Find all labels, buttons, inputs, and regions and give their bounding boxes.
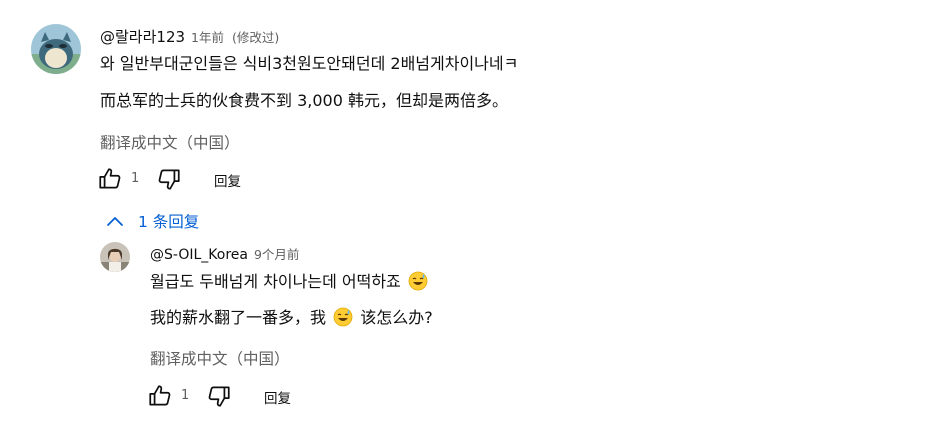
comment-edited-label: (修改过)	[231, 30, 280, 45]
reply-text-line-1: 월급도 두배넘게 차이나는데 어떡하죠	[150, 271, 430, 297]
comment-author[interactable]: @랄라라123	[100, 26, 185, 47]
reply-like-count: 1	[181, 388, 190, 403]
thumb-down-icon	[208, 386, 230, 407]
reply-button[interactable]: 回复	[214, 170, 241, 190]
like-count: 1	[131, 171, 140, 186]
reply-reply-button[interactable]: 回复	[264, 387, 291, 407]
reply-like-button[interactable]	[147, 383, 173, 409]
comment-text-line-1: 와 일반부대군인들은 식비3천원도안돼던데 2배넘게차이나네ㅋ	[100, 54, 519, 73]
reply-text-line-1-text: 월급도 두배넘게 차이나는데 어떡하죠	[150, 272, 401, 291]
translate-link[interactable]: 翻译成中文（中国）	[100, 131, 240, 153]
comment-text-line-2: 而总军的士兵的伙食费不到 3,000 韩元，但却是两倍多。	[100, 91, 508, 110]
thumb-up-icon	[99, 168, 121, 189]
replies-toggle[interactable]: 1 条回复	[106, 210, 199, 232]
thumb-up-icon	[149, 385, 171, 406]
reply-text-line-2-before: 我的薪水翻了一番多，我	[150, 308, 327, 327]
reply-avatar[interactable]	[100, 242, 130, 272]
replies-count-label: 1 条回复	[138, 213, 200, 231]
reply-header: @S-OIL_Korea 9个月前	[150, 244, 299, 263]
sweat-smile-emoji-icon	[408, 271, 428, 297]
reply-timestamp[interactable]: 9个月前	[254, 244, 299, 263]
reply-dislike-button[interactable]	[206, 383, 232, 409]
comment-timestamp[interactable]: 1年前	[191, 27, 224, 46]
reply-text-line-2-after: 该怎么办?	[360, 308, 433, 327]
comment-header: @랄라라123 1年前 (修改过)	[100, 26, 279, 47]
reply-translate-link[interactable]: 翻译成中文（中国）	[150, 347, 290, 369]
chevron-up-icon	[107, 217, 123, 226]
thumb-down-icon	[158, 169, 180, 190]
like-button[interactable]	[97, 166, 123, 192]
dislike-button[interactable]	[156, 166, 182, 192]
sweat-smile-emoji-icon	[333, 307, 353, 333]
reply-text-line-2: 我的薪水翻了一番多，我 该怎么办?	[150, 307, 433, 333]
reply-author[interactable]: @S-OIL_Korea	[150, 247, 248, 263]
comment-thread: @랄라라123 1年前 (修改过) 와 일반부대군인들은 식비3천원도안돼던데 …	[0, 0, 941, 431]
avatar[interactable]	[31, 24, 81, 74]
